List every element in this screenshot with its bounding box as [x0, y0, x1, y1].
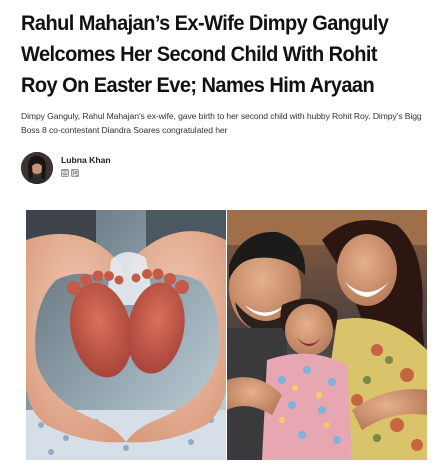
family-selfie-photo: [227, 210, 427, 460]
article-headline: Rahul Mahajan’s Ex-Wife Dimpy Ganguly We…: [21, 11, 389, 97]
author-byline: Lubna Khan: [21, 152, 221, 186]
copy-link-icon[interactable]: [71, 169, 79, 177]
article-summary: Dimpy Ganguly, Rahul Mahajan’s ex-wife, …: [21, 111, 422, 135]
author-avatar[interactable]: [21, 152, 53, 184]
email-icon[interactable]: [61, 169, 69, 177]
share-icons: [61, 169, 79, 177]
author-name[interactable]: Lubna Khan: [61, 155, 111, 165]
baby-feet-photo: [26, 210, 226, 460]
